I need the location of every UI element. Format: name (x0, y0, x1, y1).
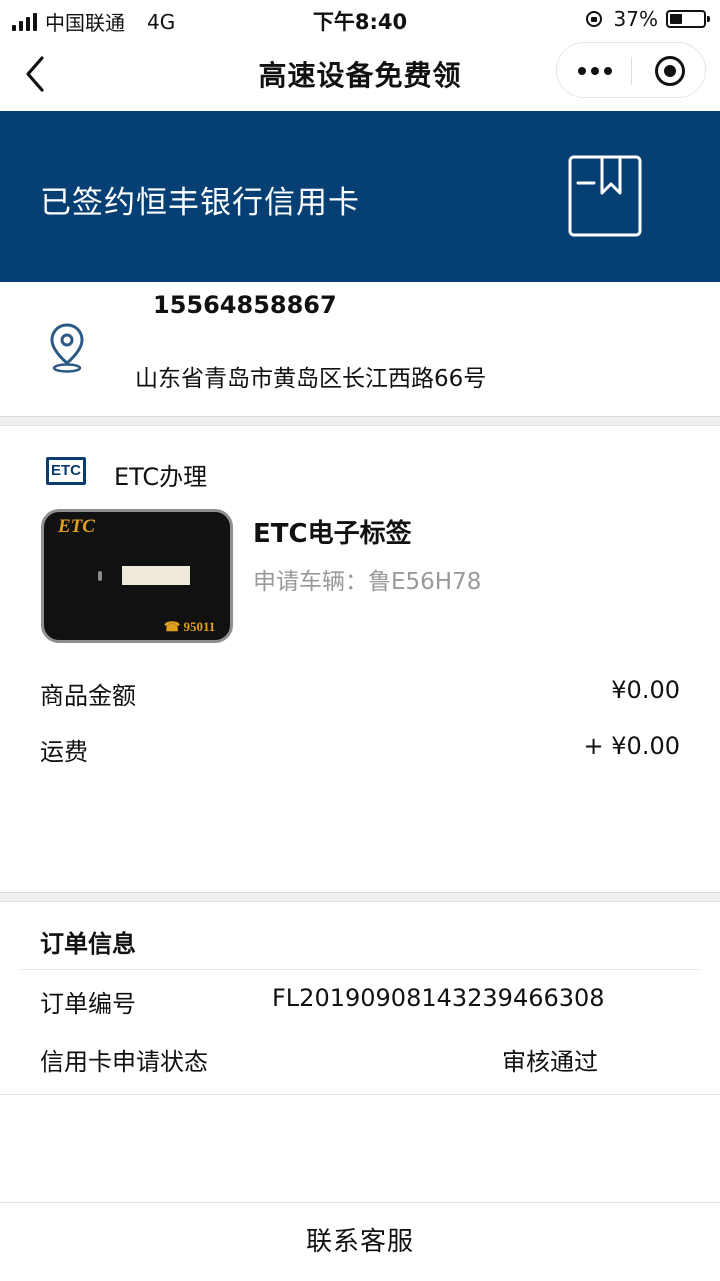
capsule-divider (631, 57, 632, 85)
location-pin-icon (50, 323, 84, 373)
signed-card-banner: 已签约恒丰银行信用卡 (0, 111, 720, 282)
product-section: ETC ETC办理 ETC ☎ 95011 ETC电子标签 申请车辆：鲁E56H… (0, 426, 720, 892)
order-info-section: 订单信息 订单编号 FL20190908143239466308 信用卡申请状态… (0, 902, 720, 1095)
amount-row: 商品金额 ¥0.00 (40, 676, 680, 711)
etc-device-led (98, 571, 102, 581)
credit-status-value: 审核通过 (502, 1048, 598, 1076)
nav-bar: 高速设备免费领 (0, 40, 720, 110)
bookmark-box-icon (568, 155, 642, 237)
status-right: 37% (585, 7, 710, 31)
credit-status-label: 信用卡申请状态 (40, 1048, 208, 1076)
section-divider (0, 892, 720, 902)
more-dots-icon[interactable] (557, 43, 632, 99)
order-number-label: 订单编号 (40, 990, 136, 1018)
etc-device-window (122, 566, 190, 585)
banner-text: 已签约恒丰银行信用卡 (40, 185, 360, 221)
etc-badge-icon: ETC (46, 457, 86, 485)
amount-label: 商品金额 (40, 682, 136, 710)
shipping-label: 运费 (40, 738, 88, 766)
order-number-value: FL20190908143239466308 (272, 984, 605, 1012)
order-divider (20, 969, 700, 970)
vehicle-label: 申请车辆： (253, 569, 368, 595)
etc-device-hotline: ☎ 95011 (164, 619, 216, 634)
address-phone: 15564858867 (153, 291, 337, 319)
etc-device-image: ETC ☎ 95011 (41, 509, 233, 643)
vehicle-plate: 鲁E56H78 (368, 569, 482, 595)
section-divider (0, 416, 720, 426)
shipping-row: 运费 + ¥0.00 (40, 732, 680, 767)
status-bar: 中国联通 4G 下午8:40 37% (0, 0, 720, 40)
product-name: ETC电子标签 (253, 519, 412, 549)
shipping-value: + ¥0.00 (583, 732, 680, 760)
battery-percent: 37% (613, 7, 658, 31)
etc-section-label: ETC办理 (114, 463, 208, 491)
rotation-lock-icon (585, 11, 602, 27)
amount-value: ¥0.00 (611, 676, 680, 704)
battery-level (670, 14, 682, 24)
footer-bar: 联系客服 (0, 1202, 720, 1281)
target-circle-icon[interactable] (655, 56, 685, 86)
order-info-title: 订单信息 (40, 930, 136, 958)
mini-program-capsule (556, 42, 706, 98)
address-text: 山东省青岛市黄岛区长江西路66号 (135, 366, 487, 392)
vehicle-info: 申请车辆：鲁E56H78 (253, 562, 481, 596)
contact-service-button[interactable]: 联系客服 (0, 1203, 720, 1281)
etc-device-logo: ETC (58, 516, 95, 537)
battery-icon (666, 10, 710, 28)
shipping-address[interactable]: 15564858867 山东省青岛市黄岛区长江西路66号 (0, 282, 720, 416)
